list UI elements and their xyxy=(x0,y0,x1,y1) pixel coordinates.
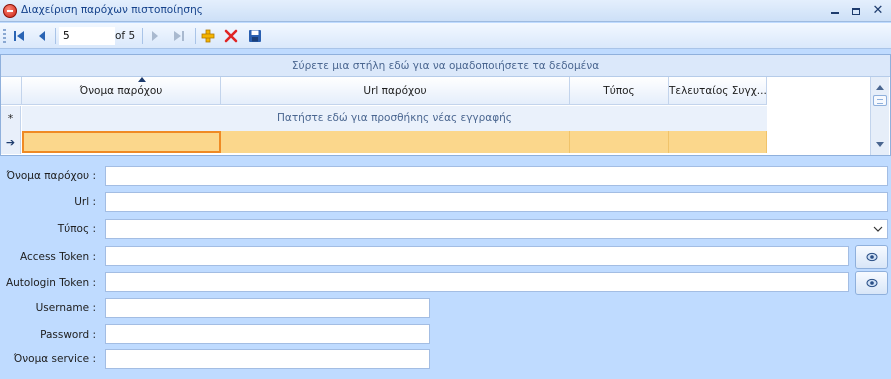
first-record-button[interactable] xyxy=(10,27,28,45)
show-autologin-token-button[interactable] xyxy=(855,271,888,295)
password-field[interactable] xyxy=(105,324,430,344)
grid-vertical-scrollbar[interactable] xyxy=(870,77,889,155)
title-bar: Διαχείριση παρόχων πιστοποίησης ✕ xyxy=(0,0,891,22)
toolbar-separator xyxy=(195,28,196,44)
column-header-type[interactable]: Τύπος xyxy=(570,77,669,105)
save-icon xyxy=(249,30,261,42)
cell-provider-name[interactable] xyxy=(22,131,221,153)
row-header-corner xyxy=(1,77,22,105)
minimize-icon xyxy=(831,12,839,14)
autologin-token-field[interactable] xyxy=(105,272,849,292)
access-token-field[interactable] xyxy=(105,246,849,266)
cell-last-sync[interactable] xyxy=(669,131,767,153)
column-header-provider-url[interactable]: Url παρόχου xyxy=(221,77,570,105)
app-icon xyxy=(3,4,17,18)
new-row-prompt[interactable]: Πατήστε εδώ για προσθήκης νέας εγγραφής xyxy=(22,106,767,131)
username-label: Username : xyxy=(35,302,96,314)
cell-provider-url[interactable] xyxy=(221,131,570,153)
password-label: Password : xyxy=(40,329,96,341)
url-label: Url : xyxy=(74,196,96,208)
scroll-thumb[interactable] xyxy=(873,95,887,106)
show-access-token-button[interactable] xyxy=(855,245,888,269)
previous-record-icon xyxy=(39,31,45,41)
column-header-label: Όνομα παρόχου xyxy=(79,85,163,97)
provider-name-field[interactable] xyxy=(105,166,888,186)
column-header-label: Τελευταίος Συγχ... xyxy=(669,85,767,97)
toolbar-separator xyxy=(142,28,143,44)
url-field[interactable] xyxy=(105,192,888,212)
record-count-label: of 5 xyxy=(115,30,136,42)
last-record-button[interactable] xyxy=(170,27,188,45)
add-record-button[interactable] xyxy=(199,27,217,45)
next-record-icon xyxy=(152,31,158,41)
scroll-up-icon[interactable] xyxy=(876,85,884,90)
current-row-indicator: ➔ xyxy=(1,131,21,154)
provider-name-label: Όνομα παρόχου : xyxy=(6,170,96,182)
column-header-label: Τύπος xyxy=(603,85,635,97)
scroll-down-icon[interactable] xyxy=(876,142,884,147)
service-name-label: Όνομα service : xyxy=(13,353,96,365)
chevron-down-icon xyxy=(873,226,883,232)
last-record-icon xyxy=(174,31,184,41)
toolbar-separator xyxy=(55,28,56,44)
column-header-last-sync[interactable]: Τελευταίος Συγχ... xyxy=(669,77,767,105)
delete-record-button[interactable] xyxy=(222,27,240,45)
delete-icon xyxy=(224,29,238,43)
providers-grid[interactable]: Σύρετε μια στήλη εδώ για να ομαδοποιήσετ… xyxy=(0,54,891,156)
save-button[interactable] xyxy=(246,27,264,45)
type-select[interactable] xyxy=(105,219,888,239)
previous-record-button[interactable] xyxy=(33,27,51,45)
window-title: Διαχείριση παρόχων πιστοποίησης xyxy=(21,4,203,16)
column-header-label: Url παρόχου xyxy=(363,85,427,97)
record-position-input[interactable] xyxy=(59,27,115,45)
autologin-token-label: Autologin Token : xyxy=(5,277,96,289)
maximize-button[interactable] xyxy=(847,3,865,19)
first-record-icon xyxy=(14,31,24,41)
minimize-button[interactable] xyxy=(826,3,844,19)
cell-type[interactable] xyxy=(570,131,669,153)
toolbar-grip-icon[interactable] xyxy=(3,29,6,43)
next-record-button[interactable] xyxy=(146,27,164,45)
service-name-field[interactable] xyxy=(105,349,430,369)
close-button[interactable]: ✕ xyxy=(869,3,887,19)
maximize-icon xyxy=(852,7,860,15)
eye-icon xyxy=(866,252,877,262)
column-header-provider-name[interactable]: Όνομα παρόχου xyxy=(22,77,221,105)
sort-ascending-icon xyxy=(138,77,146,82)
eye-icon xyxy=(866,278,877,288)
access-token-label: Access Token : xyxy=(19,251,96,263)
close-icon: ✕ xyxy=(872,3,884,18)
new-row-indicator: * xyxy=(1,106,21,131)
type-label: Τύπος : xyxy=(57,223,96,235)
add-icon xyxy=(201,29,215,43)
group-by-panel[interactable]: Σύρετε μια στήλη εδώ για να ομαδοποιήσετ… xyxy=(1,55,890,77)
username-field[interactable] xyxy=(105,298,430,318)
